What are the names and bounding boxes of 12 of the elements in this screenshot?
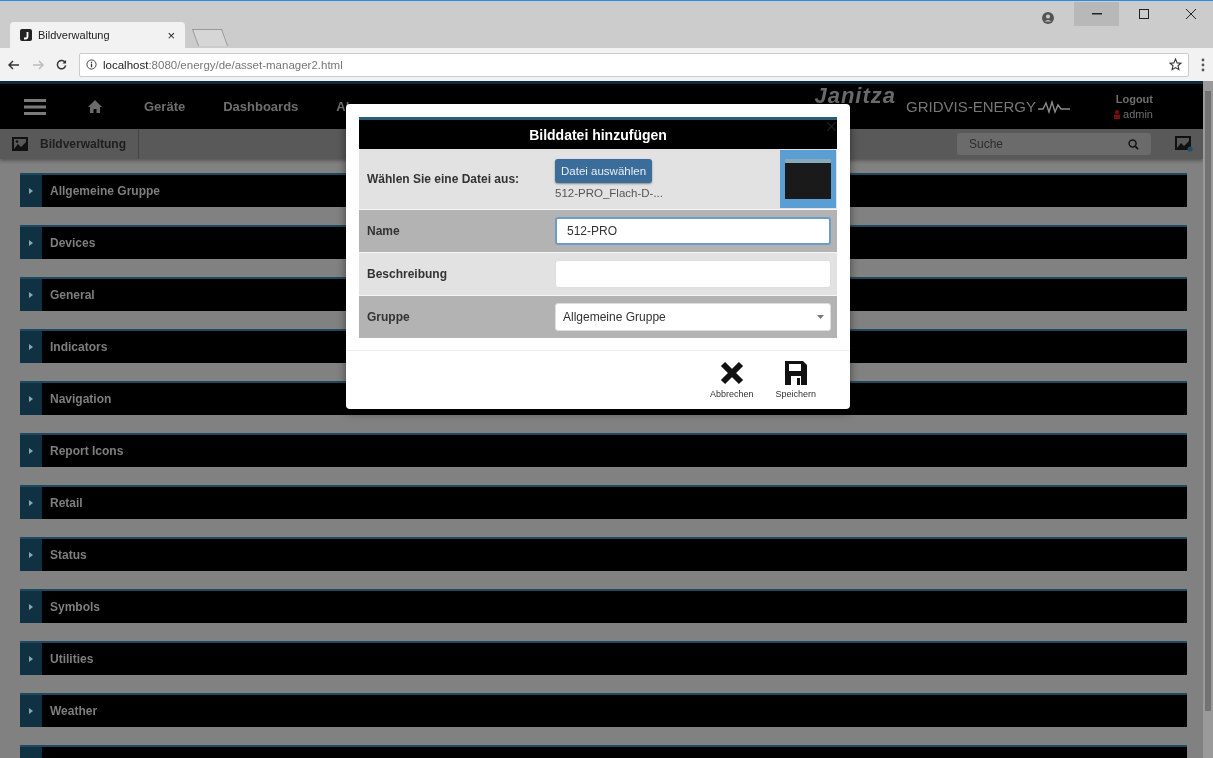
tab-title: Bildverwaltung bbox=[38, 29, 111, 41]
field-label: Beschreibung bbox=[367, 267, 447, 281]
logo-text: Janitza bbox=[814, 85, 896, 107]
file-name: 512-PRO_Flach-D-... bbox=[555, 187, 663, 199]
field-label: Name bbox=[367, 224, 400, 238]
user-name: admin bbox=[1123, 108, 1153, 120]
dialog-title: Bilddatei hinzufügen bbox=[359, 117, 837, 149]
page-title: Bildverwaltung bbox=[40, 137, 126, 151]
field-label: Gruppe bbox=[367, 310, 410, 324]
url-text: localhost:8080/energy/de/asset-manager2.html bbox=[103, 58, 343, 71]
product-name: GRIDVIS-ENERGY bbox=[906, 98, 1037, 115]
field-label: Wählen Sie eine Datei aus: bbox=[367, 172, 520, 186]
